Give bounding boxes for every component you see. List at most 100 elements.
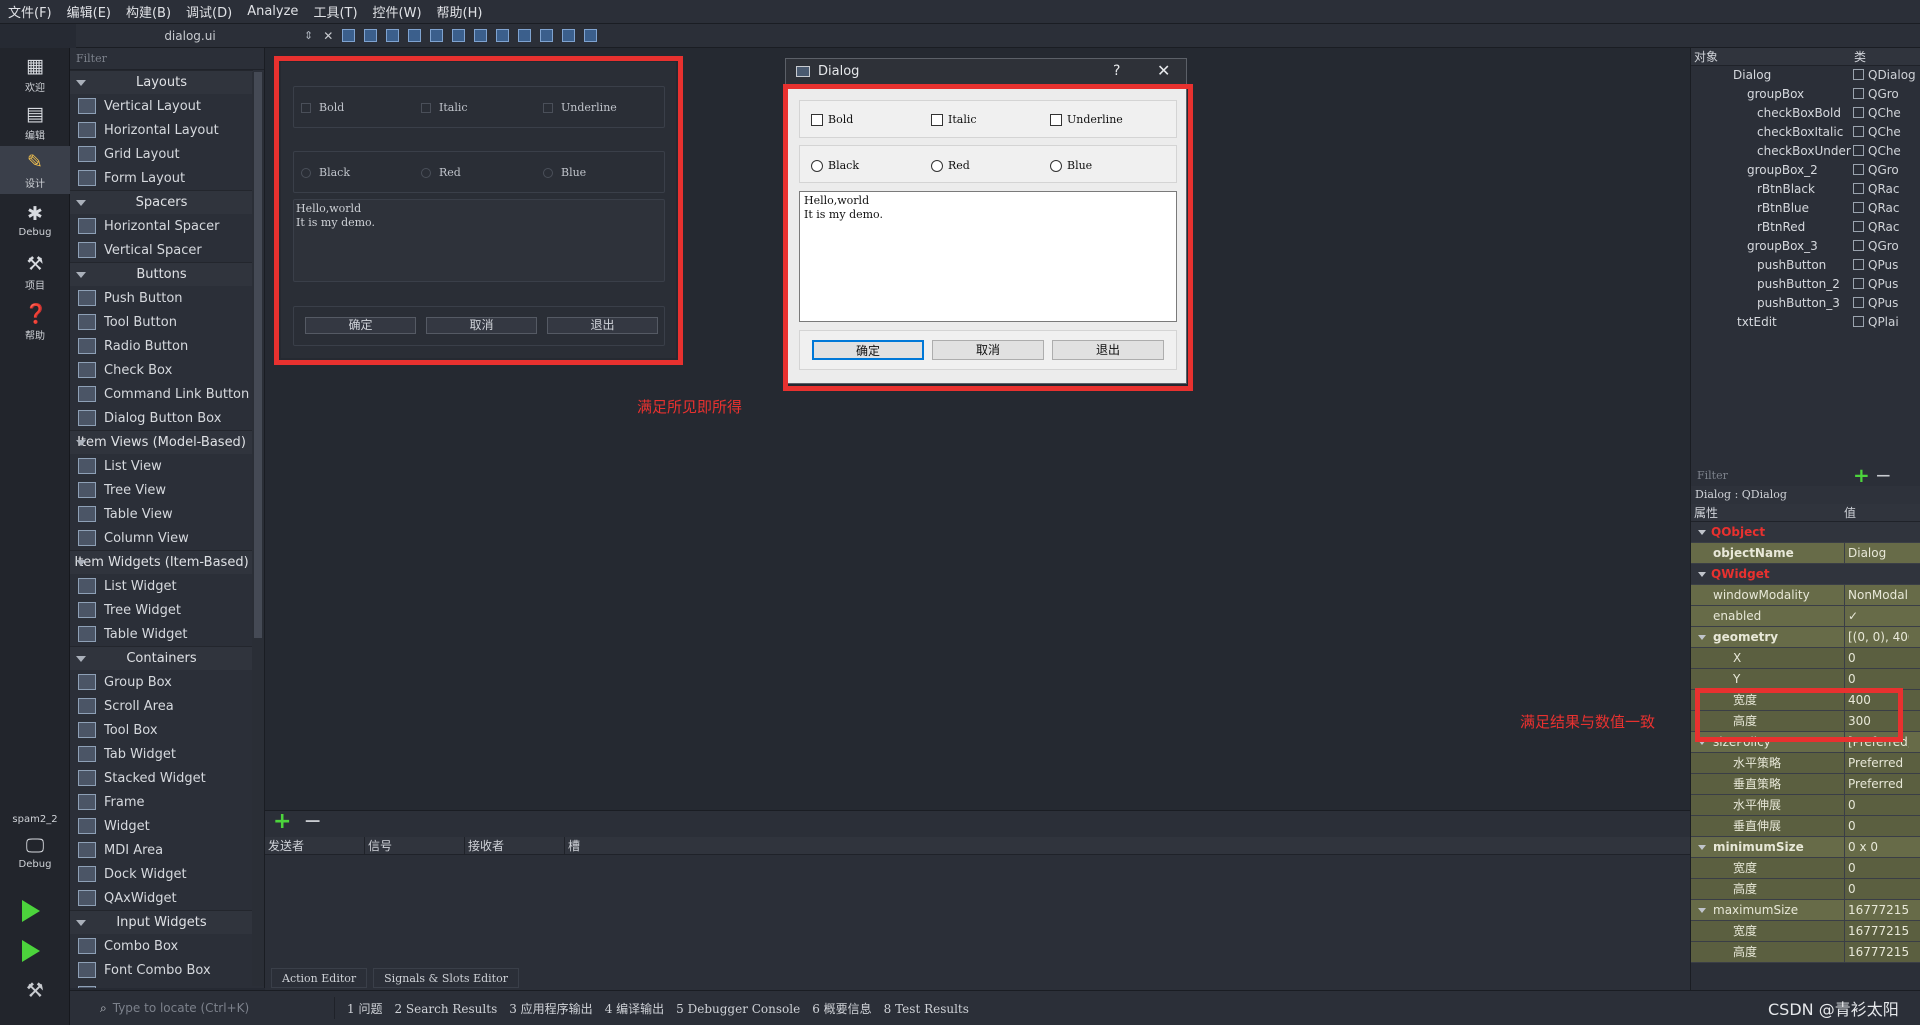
layout-splitter-h-icon[interactable] — [474, 29, 488, 42]
scrollbar-thumb[interactable] — [254, 72, 262, 638]
property-value[interactable]: Preferred — [1844, 753, 1909, 774]
locator-input[interactable]: ⌕ Type to locate (Ctrl+K) — [100, 997, 335, 1019]
widget-item-horizontal-layout[interactable]: Horizontal Layout — [70, 118, 253, 142]
menu-item-4[interactable]: Analyze — [247, 4, 298, 19]
output-tab-0[interactable]: 1 问题 — [347, 1002, 382, 1016]
widget-item-vertical-layout[interactable]: Vertical Layout — [70, 94, 253, 118]
layout-vertical-icon[interactable] — [452, 29, 466, 42]
property-row-11[interactable]: 水平策略 Preferred — [1691, 753, 1920, 774]
col-slot[interactable]: 槽 — [565, 837, 685, 854]
widget-item-list-view[interactable]: List View — [70, 454, 253, 478]
widget-item-list-widget[interactable]: List Widget — [70, 574, 253, 598]
mode-projects[interactable]: ⚒ 项目 — [0, 248, 70, 296]
object-row-txtedit[interactable]: txtEdit QPlai — [1691, 313, 1920, 332]
remove-connection-icon[interactable]: − — [303, 811, 321, 833]
output-tab-1[interactable]: 2 Search Results — [394, 1002, 497, 1016]
widget-item-dialog-button-box[interactable]: Dialog Button Box — [70, 406, 253, 430]
layout-grid-icon[interactable] — [540, 29, 554, 42]
object-row-dialog[interactable]: Dialog QDialog — [1691, 66, 1920, 85]
close-button[interactable]: ✕ — [1157, 61, 1170, 80]
col-receiver[interactable]: 接收者 — [465, 837, 565, 854]
menu-item-5[interactable]: 工具(T) — [313, 2, 357, 21]
help-button[interactable]: ? — [1113, 63, 1120, 79]
object-row-rbtnblue[interactable]: rBtnBlue QRac — [1691, 199, 1920, 218]
widget-item-tree-view[interactable]: Tree View — [70, 478, 253, 502]
layout-horizontal-icon[interactable] — [430, 29, 444, 42]
menu-item-7[interactable]: 帮助(H) — [437, 2, 483, 21]
property-value[interactable]: [(0, 0), 400 x 300] — [1844, 627, 1909, 648]
property-value[interactable]: Preferred — [1844, 774, 1909, 795]
remove-property-icon[interactable]: − — [1875, 463, 1892, 487]
widget-item-dock-widget[interactable]: Dock Widget — [70, 862, 253, 886]
property-row-7[interactable]: Y0 — [1691, 669, 1920, 690]
edit-widgets-icon[interactable] — [342, 29, 356, 42]
output-tab-6[interactable]: 8 Test Results — [884, 1002, 969, 1016]
widget-item-scroll-area[interactable]: Scroll Area — [70, 694, 253, 718]
widget-item-frame[interactable]: Frame — [70, 790, 253, 814]
widget-item-table-view[interactable]: Table View — [70, 502, 253, 526]
break-layout-icon[interactable] — [562, 29, 576, 42]
property-value[interactable]: 0 — [1844, 816, 1909, 837]
widget-category-item-widgets-item-based[interactable]: Item Widgets (Item-Based) — [70, 550, 253, 574]
widget-category-spacers[interactable]: Spacers — [70, 190, 253, 214]
output-tab-3[interactable]: 4 编译输出 — [605, 1002, 664, 1016]
property-value[interactable]: Dialog — [1844, 543, 1909, 564]
property-row-4[interactable]: enabled ✓ — [1691, 606, 1920, 627]
widget-item-widget[interactable]: Widget — [70, 814, 253, 838]
object-row-pushbutton-3[interactable]: pushButton_3 QPus — [1691, 294, 1920, 313]
widget-category-layouts[interactable]: Layouts — [70, 70, 253, 94]
property-value[interactable]: 0 — [1844, 858, 1909, 879]
widget-item-line-edit[interactable]: Line Edit — [70, 982, 253, 988]
output-tab-4[interactable]: 5 Debugger Console — [676, 1002, 800, 1016]
widget-category-item-views-model-based[interactable]: Item Views (Model-Based) — [70, 430, 253, 454]
widget-item-mdi-area[interactable]: MDI Area — [70, 838, 253, 862]
adjust-size-icon[interactable] — [584, 29, 598, 42]
mode-help[interactable]: ❓ 帮助 — [0, 298, 70, 346]
object-row-rbtnred[interactable]: rBtnRed QRac — [1691, 218, 1920, 237]
widget-item-tab-widget[interactable]: Tab Widget — [70, 742, 253, 766]
widget-item-push-button[interactable]: Push Button — [70, 286, 253, 310]
col-property[interactable]: 属性 — [1691, 504, 1841, 521]
property-row-0[interactable]: QObject — [1691, 522, 1920, 543]
object-row-rbtnblack[interactable]: rBtnBlack QRac — [1691, 180, 1920, 199]
property-value[interactable]: 0 — [1844, 669, 1909, 690]
widget-item-check-box[interactable]: Check Box — [70, 358, 253, 382]
property-value[interactable]: 16777215 x 16777215 — [1844, 900, 1909, 921]
add-property-icon[interactable]: + — [1853, 463, 1870, 487]
widget-item-tree-widget[interactable]: Tree Widget — [70, 598, 253, 622]
widget-item-vertical-spacer[interactable]: Vertical Spacer — [70, 238, 253, 262]
widget-item-font-combo-box[interactable]: Font Combo Box — [70, 958, 253, 982]
open-file-combo[interactable]: dialog.ui — [76, 29, 304, 43]
menu-item-0[interactable]: 文件(F) — [8, 2, 52, 21]
tab-action-editor[interactable]: Action Editor — [271, 968, 368, 988]
object-row-groupbox[interactable]: groupBox QGro — [1691, 85, 1920, 104]
mode-edit[interactable]: ▤ 编辑 — [0, 98, 70, 146]
widget-item-grid-layout[interactable]: Grid Layout — [70, 142, 253, 166]
object-row-checkboxbold[interactable]: checkBoxBold QChe — [1691, 104, 1920, 123]
property-filter-input[interactable]: Filter — [1697, 469, 1728, 482]
widget-item-horizontal-spacer[interactable]: Horizontal Spacer — [70, 214, 253, 238]
menu-item-6[interactable]: 控件(W) — [373, 2, 422, 21]
widget-item-tool-button[interactable]: Tool Button — [70, 310, 253, 334]
kit-selector[interactable]: 🖵 Debug — [0, 830, 70, 878]
widget-item-stacked-widget[interactable]: Stacked Widget — [70, 766, 253, 790]
dialog-titlebar[interactable]: Dialog ? ✕ — [786, 59, 1186, 84]
widget-item-column-view[interactable]: Column View — [70, 526, 253, 550]
widget-item-radio-button[interactable]: Radio Button — [70, 334, 253, 358]
debug-run-icon[interactable] — [22, 940, 40, 962]
property-row-1[interactable]: objectName Dialog — [1691, 543, 1920, 564]
file-combo-arrow-icon[interactable]: ⇕ — [304, 29, 313, 42]
property-value[interactable]: 0 — [1844, 648, 1909, 669]
property-value[interactable]: 16777215 — [1844, 921, 1909, 942]
mode-welcome[interactable]: ▦ 欢迎 — [0, 50, 70, 98]
object-row-groupbox-3[interactable]: groupBox_3 QGro — [1691, 237, 1920, 256]
widget-category-containers[interactable]: Containers — [70, 646, 253, 670]
widget-box-scrollbar[interactable] — [252, 72, 264, 986]
layout-form-icon[interactable] — [518, 29, 532, 42]
mode-debug[interactable]: ✱ Debug — [0, 198, 70, 246]
property-row-12[interactable]: 垂直策略 Preferred — [1691, 774, 1920, 795]
widget-filter-input[interactable]: Filter — [70, 48, 264, 70]
property-value[interactable]: 0 x 0 — [1844, 837, 1909, 858]
property-row-18[interactable]: maximumSize 16777215 x 16777215 — [1691, 900, 1920, 921]
run-icon[interactable] — [22, 900, 40, 922]
